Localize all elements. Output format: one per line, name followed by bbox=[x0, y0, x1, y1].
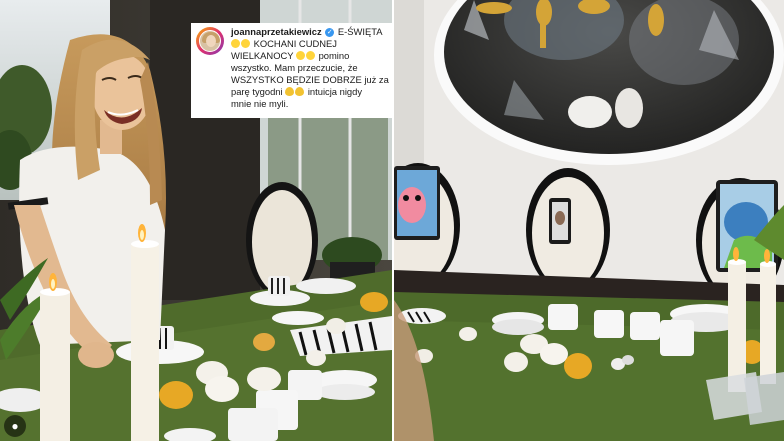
caption-line-1: E-ŚWIĘTA bbox=[337, 26, 383, 37]
caption-line-4: pomino bbox=[318, 50, 350, 61]
caption-line-3: WIELKANOCY bbox=[231, 50, 294, 61]
left-photo: joannaprzetakiewicz ✓ E-ŚWIĘTA KOCHANI C… bbox=[0, 0, 392, 441]
yellow-heart-emoji-icon bbox=[285, 87, 295, 96]
photo-collage: joannaprzetakiewicz ✓ E-ŚWIĘTA KOCHANI C… bbox=[0, 0, 784, 441]
right-photo-scene bbox=[394, 0, 784, 441]
instagram-caption: joannaprzetakiewicz ✓ E-ŚWIĘTA KOCHANI C… bbox=[191, 23, 392, 118]
caption-line-5: wszystko. Mam przeczucie, że bbox=[231, 62, 358, 73]
caption-line-9: mnie nie myli. bbox=[231, 98, 289, 109]
baby-chick-emoji-icon bbox=[305, 51, 315, 60]
caption-line-6: WSZYSTKO BĘDZIE DOBRZE już za bbox=[231, 74, 389, 85]
caption-line-7: parę tygodni bbox=[231, 86, 283, 97]
caption-line-2: KOCHANI CUDNEJ bbox=[253, 38, 337, 49]
right-photo bbox=[394, 0, 784, 441]
caption-username[interactable]: joannaprzetakiewicz bbox=[231, 26, 322, 37]
user-tag-icon[interactable]: ● bbox=[4, 415, 26, 437]
profile-avatar[interactable] bbox=[196, 27, 224, 55]
caption-line-8: intuicja nigdy bbox=[307, 86, 363, 97]
hatching-chick-emoji-icon bbox=[231, 39, 240, 48]
hatching-chick-emoji-icon bbox=[241, 39, 250, 48]
verified-check-icon: ✓ bbox=[325, 28, 335, 38]
yellow-heart-emoji-icon bbox=[295, 87, 305, 96]
baby-chick-emoji-icon bbox=[295, 51, 305, 60]
